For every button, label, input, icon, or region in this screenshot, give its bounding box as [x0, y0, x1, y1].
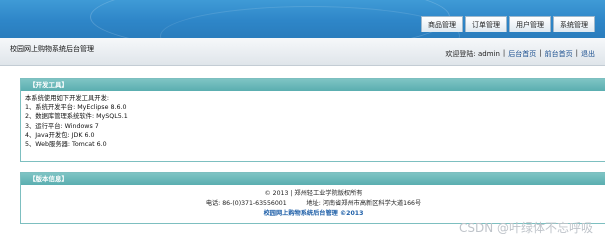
contact-text: 电话: 86-(0)371-63556001 地址: 河南省郑州市高新区科学大道… — [205, 200, 422, 207]
tool-item: 5、Web服务器: Tomcat 6.0 — [25, 141, 107, 149]
page-title: 校园网上购物系统后台管理 — [10, 45, 94, 53]
logout-link[interactable]: 退出 — [581, 49, 595, 59]
welcome-text: 欢迎登陆: admin — [445, 50, 500, 58]
panel-title: 【版本信息】 — [21, 173, 605, 185]
dev-tools-panel: 【开发工具】 本系统使用如下开发工具开发: 1、系统开发平台: MyEclips… — [20, 78, 605, 162]
version-info-panel: 【版本信息】 © 2013 | 郑州轻工业学院版权所有 电话: 86-(0)37… — [20, 172, 605, 224]
separator: | — [539, 49, 542, 57]
copyright-text: © 2013 | 郑州轻工业学院版权所有 — [264, 190, 363, 197]
panel-body: 本系统使用如下开发工具开发: 1、系统开发平台: MyEclipse 8.6.0… — [21, 91, 605, 152]
tools-intro: 本系统使用如下开发工具开发: — [25, 95, 109, 102]
top-banner: 商品管理 订单管理 用户管理 系统管理 — [0, 0, 605, 38]
sub-header: 校园网上购物系统后台管理 欢迎登陆: admin | 后台首页 | 前台首页 |… — [0, 38, 605, 66]
panel-body: © 2013 | 郑州轻工业学院版权所有 电话: 86-(0)371-63556… — [21, 185, 605, 222]
tool-item: 4、Java开发包: JDK 6.0 — [25, 131, 95, 139]
tool-item: 1、系统开发平台: MyEclipse 8.6.0 — [25, 104, 127, 112]
admin-home-link[interactable]: 后台首页 — [508, 49, 536, 59]
tab-user-management[interactable]: 用户管理 — [509, 16, 551, 32]
tab-product-management[interactable]: 商品管理 — [421, 16, 463, 32]
separator: | — [502, 49, 506, 57]
tab-system-management[interactable]: 系统管理 — [553, 16, 595, 32]
tool-item: 3、运行平台: Windows 7 — [25, 122, 99, 130]
user-links: 欢迎登陆: admin | 后台首页 | 前台首页 | 退出 — [445, 49, 595, 59]
csdn-watermark: CSDN @叶绿体不忘呼吸 — [458, 221, 593, 235]
separator: | — [575, 49, 578, 57]
footer-system-link[interactable]: 校园网上购物系统后台管理 ©2013 — [25, 209, 602, 219]
main-nav: 商品管理 订单管理 用户管理 系统管理 — [421, 16, 595, 32]
tool-item: 2、数据库管理系统软件: MySQL5.1 — [25, 113, 128, 121]
panel-title: 【开发工具】 — [21, 79, 605, 91]
tab-order-management[interactable]: 订单管理 — [465, 16, 507, 32]
storefront-home-link[interactable]: 前台首页 — [545, 49, 573, 59]
